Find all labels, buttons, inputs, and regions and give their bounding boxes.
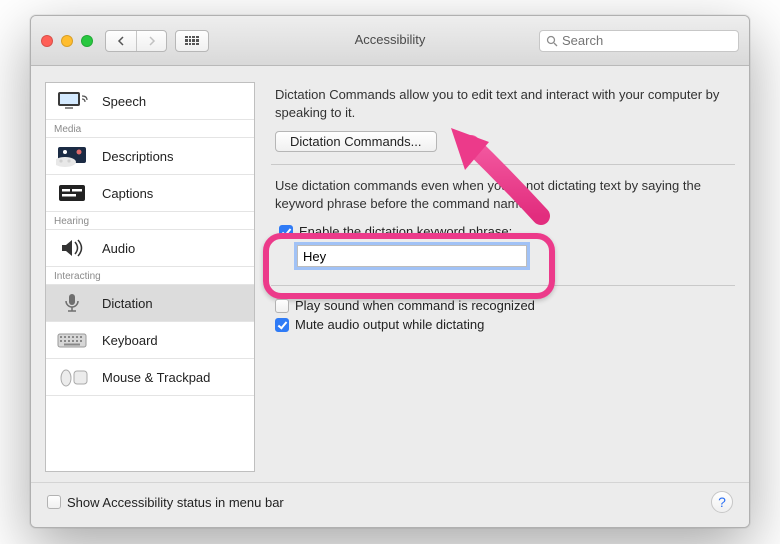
forward-button[interactable] (136, 31, 166, 51)
close-button[interactable] (41, 35, 53, 47)
play-sound-checkbox[interactable] (275, 299, 289, 313)
dictation-commands-button[interactable]: Dictation Commands... (275, 131, 437, 152)
keyword-phrase-input[interactable] (297, 245, 527, 267)
accessibility-window: Accessibility Speech Media (30, 15, 750, 528)
mute-audio-label: Mute audio output while dictating (295, 317, 484, 332)
sidebar-item-label: Keyboard (102, 333, 158, 348)
footer: Show Accessibility status in menu bar ? (31, 482, 749, 527)
mute-audio-checkbox[interactable] (275, 318, 289, 332)
show-status-checkbox[interactable] (47, 495, 61, 509)
sidebar-item-label: Audio (102, 241, 135, 256)
content-area: Speech Media Descriptions (31, 66, 749, 482)
sidebar-item-label: Descriptions (102, 149, 174, 164)
back-button[interactable] (106, 31, 136, 51)
sidebar-item-speech[interactable]: Speech (46, 83, 254, 120)
search-icon (546, 35, 558, 47)
sidebar-section-media: Media (46, 120, 254, 138)
keyboard-icon (54, 328, 92, 352)
search-field[interactable] (539, 30, 739, 52)
sidebar-item-label: Mouse & Trackpad (102, 370, 210, 385)
mute-audio-row[interactable]: Mute audio output while dictating (275, 317, 731, 332)
play-sound-row[interactable]: Play sound when command is recognized (275, 298, 731, 313)
sidebar-section-interacting: Interacting (46, 267, 254, 285)
audio-icon (54, 236, 92, 260)
sidebar-item-captions[interactable]: Captions (46, 175, 254, 212)
dictation-commands-desc: Dictation Commands allow you to edit tex… (275, 86, 731, 121)
mouse-icon (54, 365, 92, 389)
minimize-button[interactable] (61, 35, 73, 47)
descriptions-icon (54, 144, 92, 168)
zoom-button[interactable] (81, 35, 93, 47)
enable-keyword-checkbox[interactable] (279, 225, 293, 239)
sidebar-item-label: Speech (102, 94, 146, 109)
nav-back-forward (105, 30, 167, 52)
sidebar-item-audio[interactable]: Audio (46, 230, 254, 267)
captions-icon (54, 181, 92, 205)
show-status-label: Show Accessibility status in menu bar (67, 495, 284, 510)
divider (271, 164, 735, 165)
play-sound-label: Play sound when command is recognized (295, 298, 535, 313)
sidebar-item-mouse-trackpad[interactable]: Mouse & Trackpad (46, 359, 254, 396)
titlebar: Accessibility (31, 16, 749, 66)
grid-icon (185, 36, 199, 46)
search-input[interactable] (562, 33, 732, 48)
sidebar-section-hearing: Hearing (46, 212, 254, 230)
speech-icon (54, 89, 92, 113)
window-controls (41, 35, 93, 47)
enable-keyword-label: Enable the dictation keyword phrase: (299, 224, 512, 239)
sidebar[interactable]: Speech Media Descriptions (45, 82, 255, 472)
sidebar-item-label: Captions (102, 186, 153, 201)
main-panel: Dictation Commands allow you to edit tex… (271, 82, 735, 472)
show-all-button[interactable] (175, 30, 209, 52)
sidebar-item-dictation[interactable]: Dictation (46, 285, 254, 322)
dictation-icon (54, 291, 92, 315)
sidebar-item-keyboard[interactable]: Keyboard (46, 322, 254, 359)
sidebar-item-descriptions[interactable]: Descriptions (46, 138, 254, 175)
sidebar-item-label: Dictation (102, 296, 153, 311)
keyword-desc: Use dictation commands even when you're … (275, 177, 731, 212)
enable-keyword-row[interactable]: Enable the dictation keyword phrase: (279, 224, 731, 239)
show-status-row[interactable]: Show Accessibility status in menu bar (47, 495, 284, 510)
help-button[interactable]: ? (711, 491, 733, 513)
divider (271, 285, 735, 286)
